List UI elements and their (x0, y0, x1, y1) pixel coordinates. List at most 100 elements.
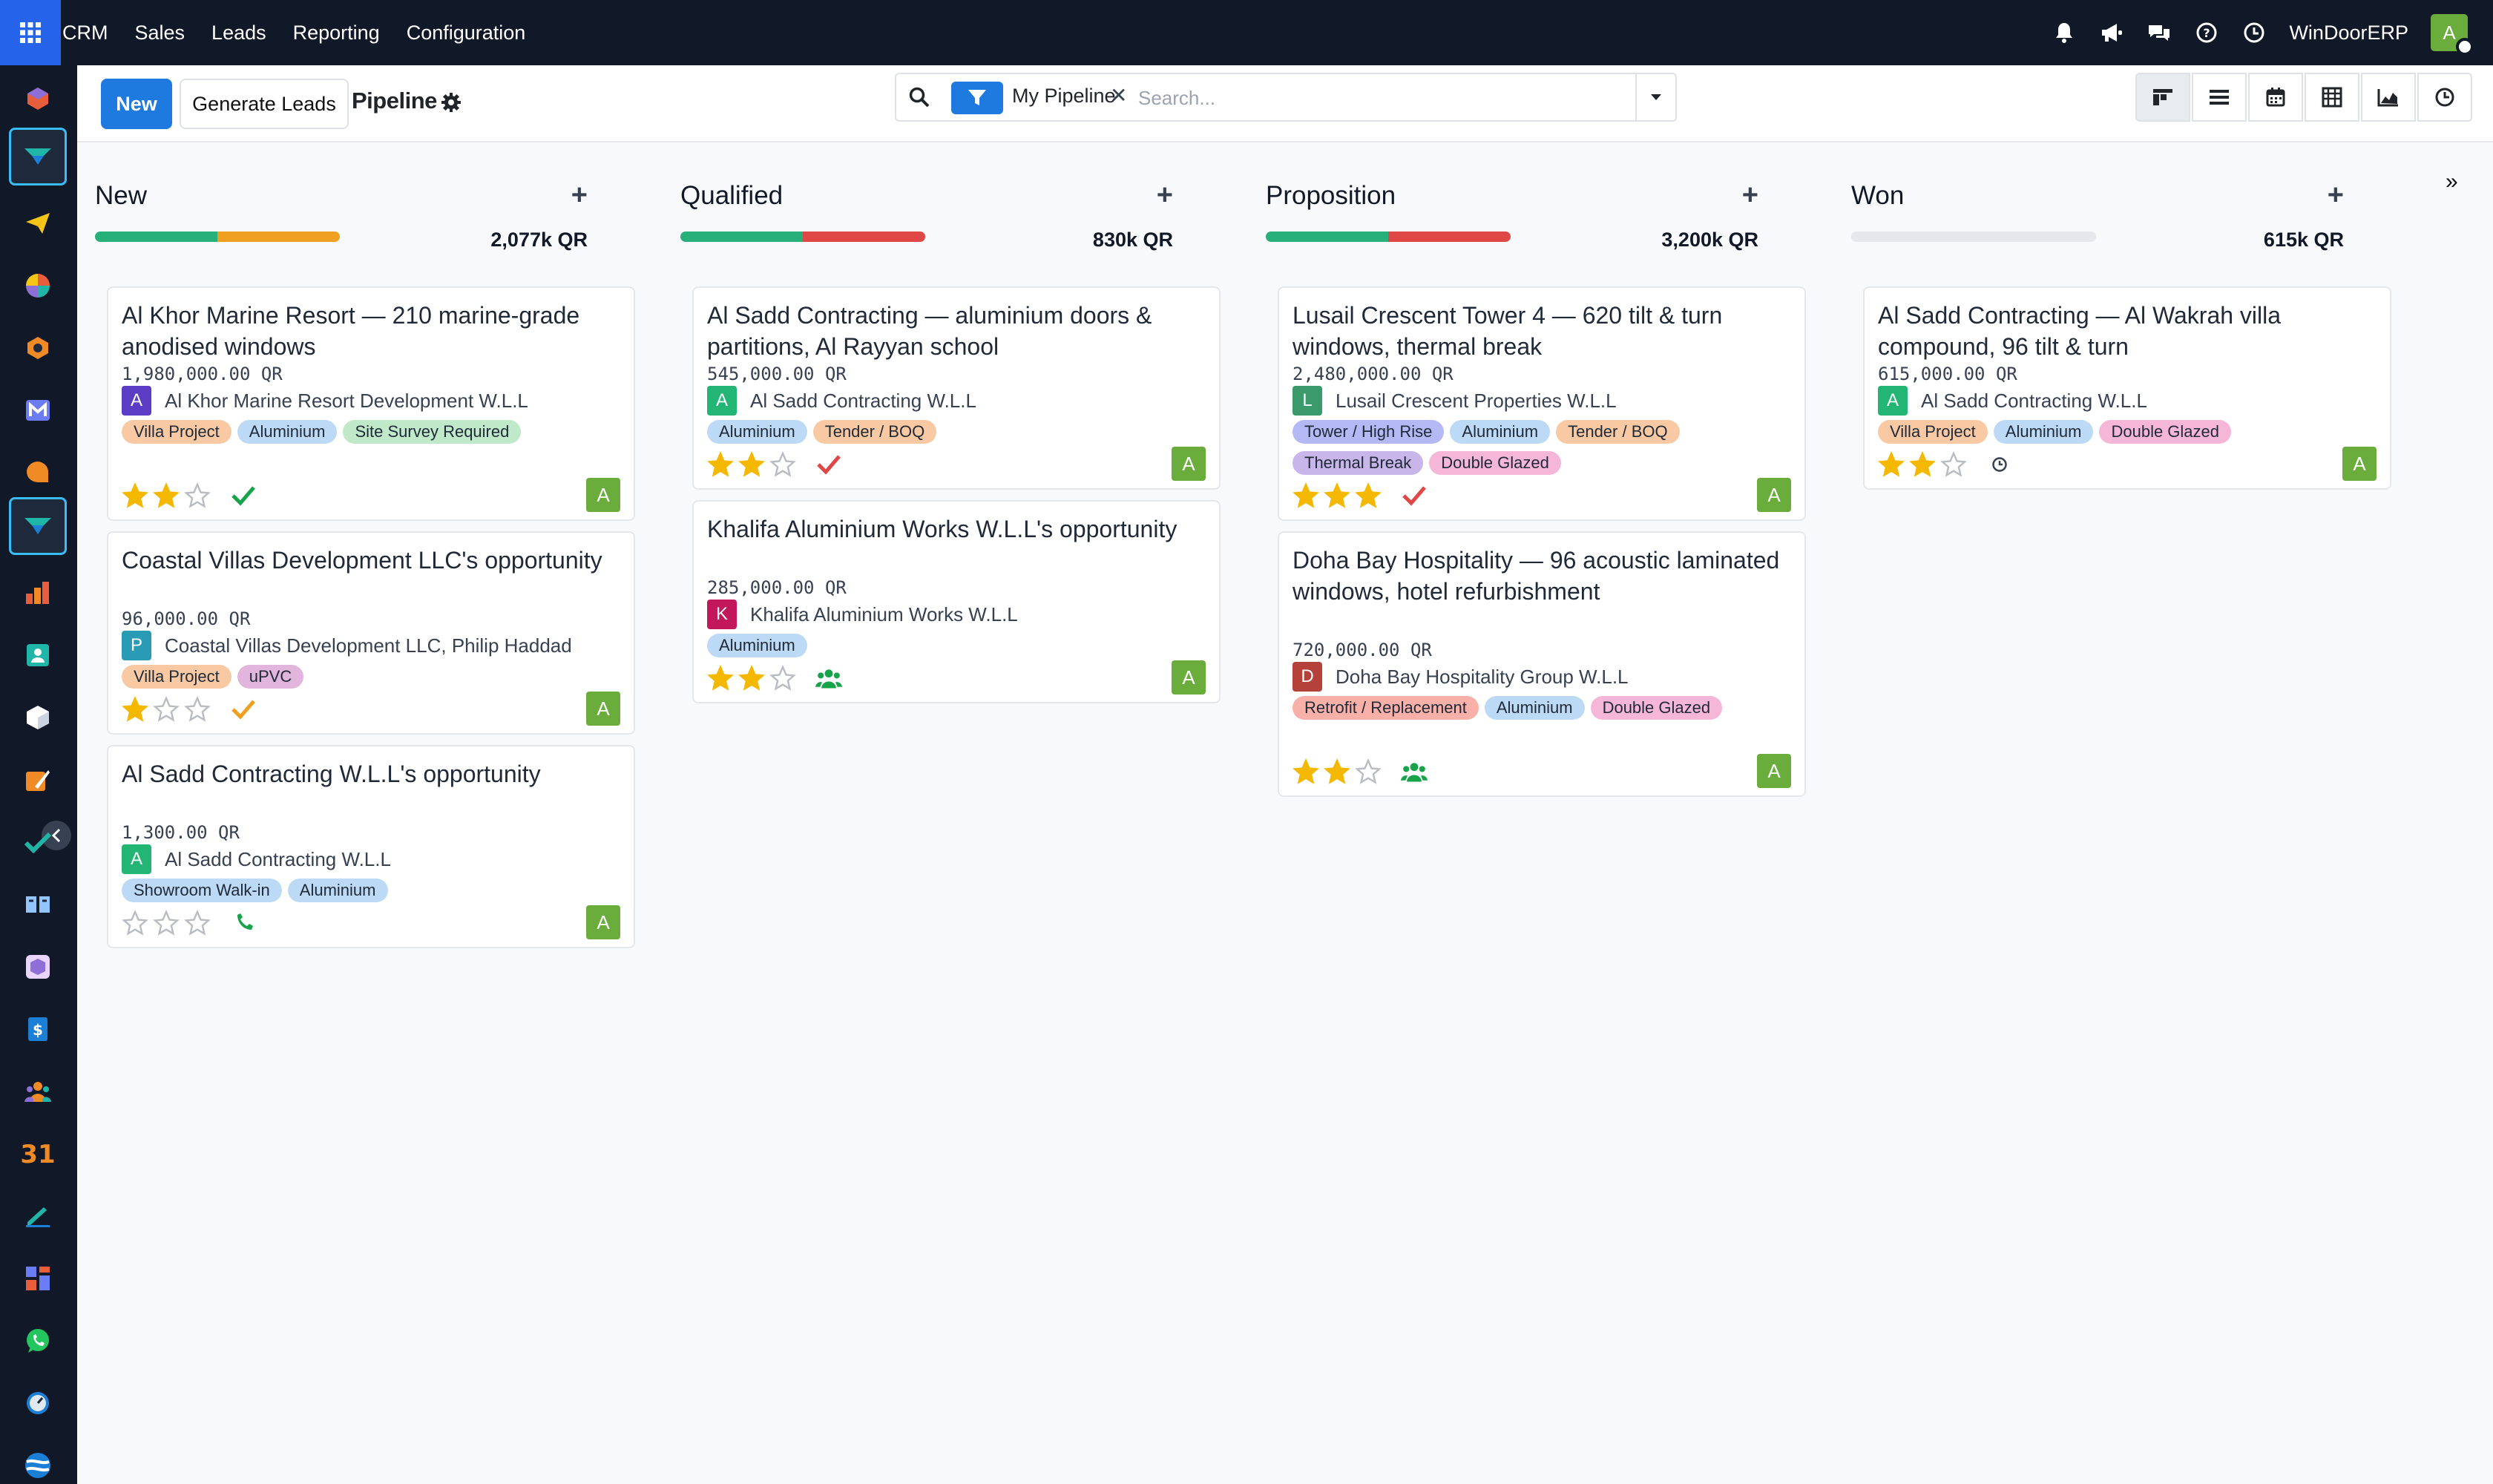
timer-app-icon[interactable] (9, 1374, 67, 1432)
priority-star-icon[interactable] (738, 450, 765, 478)
user-avatar[interactable]: A (2431, 14, 2474, 56)
clock-icon[interactable] (2241, 20, 2267, 45)
bell-icon[interactable] (2052, 20, 2077, 45)
priority-star-icon[interactable] (122, 482, 148, 509)
whatsapp-app-icon[interactable] (9, 1312, 67, 1370)
opportunity-card[interactable]: Doha Bay Hospitality — 96 acoustic lamin… (1278, 531, 1806, 797)
opportunity-card[interactable]: Al Sadd Contracting — Al Wakrah villa co… (1863, 286, 2391, 490)
gear-icon[interactable] (441, 92, 462, 113)
facet-remove-icon[interactable]: ✕ (1110, 83, 1127, 108)
check-icon[interactable] (230, 696, 257, 723)
priority-star-icon[interactable] (1878, 450, 1905, 478)
check-icon[interactable] (1401, 482, 1428, 509)
opportunity-card[interactable]: Al Khor Marine Resort — 210 marine-grade… (107, 286, 635, 521)
priority-star-icon[interactable] (153, 482, 180, 509)
progress-segment[interactable] (95, 232, 217, 242)
column-title[interactable]: Proposition (1266, 181, 1396, 211)
todo-app-icon[interactable] (9, 813, 67, 871)
column-title[interactable]: Won (1851, 181, 1904, 211)
mail-app-icon[interactable] (9, 381, 67, 439)
crm-pipeline-app-icon[interactable] (9, 497, 67, 555)
assignee-avatar[interactable]: A (1172, 660, 1206, 695)
calendar-view-icon[interactable] (2248, 73, 2303, 122)
menu-crm[interactable]: CRM (62, 22, 108, 45)
dashboard-grid-app-icon[interactable] (9, 1250, 67, 1307)
priority-star-icon[interactable] (1324, 758, 1350, 785)
column-progress-bar[interactable] (95, 232, 340, 242)
search-input[interactable]: Search... (1138, 87, 1215, 110)
phone-icon[interactable] (230, 910, 257, 936)
progress-segment[interactable] (803, 232, 925, 242)
users-icon[interactable] (1401, 758, 1428, 785)
check-icon[interactable] (815, 451, 842, 478)
check-icon[interactable] (230, 482, 257, 509)
discuss-app-icon[interactable] (9, 70, 67, 128)
megaphone-icon[interactable] (2099, 20, 2124, 45)
menu-configuration[interactable]: Configuration (407, 22, 526, 45)
opportunity-card[interactable]: Al Sadd Contracting — aluminium doors & … (692, 286, 1221, 490)
column-title[interactable]: Qualified (680, 181, 783, 211)
inventory-app-icon[interactable] (9, 689, 67, 746)
graph-view-icon[interactable] (2361, 73, 2416, 122)
opportunity-card[interactable]: Lusail Crescent Tower 4 — 620 tilt & tur… (1278, 286, 1806, 521)
users-icon[interactable] (815, 665, 842, 692)
priority-star-icon[interactable] (122, 695, 148, 723)
quick-create-plus-icon[interactable]: + (571, 180, 588, 211)
priority-star-icon[interactable] (1293, 482, 1319, 509)
assignee-avatar[interactable]: A (1757, 478, 1791, 512)
studio-app-icon[interactable] (9, 751, 67, 809)
search-icon[interactable] (908, 86, 930, 112)
sales-reports-app-icon[interactable] (9, 564, 67, 622)
product-3d-app-icon[interactable] (9, 938, 67, 996)
column-progress-bar[interactable] (680, 232, 925, 242)
progress-segment[interactable] (680, 232, 803, 242)
assignee-avatar[interactable]: A (586, 478, 620, 512)
new-button[interactable]: New (101, 79, 172, 129)
progress-segment[interactable] (1266, 232, 1388, 242)
assignee-avatar[interactable]: A (586, 692, 620, 726)
progress-segment[interactable] (217, 232, 340, 242)
clock-icon[interactable] (1986, 451, 2013, 478)
accounting-app-icon[interactable]: $ (9, 1000, 67, 1058)
priority-star-icon[interactable] (1293, 758, 1319, 785)
search-bar[interactable]: My Pipeline ✕ Search... (895, 73, 1677, 122)
list-view-icon[interactable] (2192, 73, 2247, 122)
priority-star-icon[interactable] (707, 450, 734, 478)
column-progress-bar[interactable] (1266, 232, 1511, 242)
column-title[interactable]: New (95, 181, 147, 211)
opportunity-card[interactable]: Coastal Villas Development LLC's opportu… (107, 531, 635, 735)
activity-view-icon[interactable] (2417, 73, 2472, 122)
priority-star-icon[interactable] (1324, 482, 1350, 509)
quick-create-plus-icon[interactable]: + (1157, 180, 1173, 211)
opportunity-card[interactable]: Al Sadd Contracting W.L.L's opportunity 1… (107, 745, 635, 948)
assignee-avatar[interactable]: A (586, 905, 620, 939)
crm-app-icon[interactable] (9, 128, 67, 186)
search-options-dropdown[interactable] (1635, 74, 1675, 120)
priority-star-icon[interactable] (769, 664, 796, 692)
kanban-view-icon[interactable] (2135, 73, 2190, 122)
progress-segment[interactable] (1388, 232, 1511, 242)
email-marketing-app-icon[interactable] (9, 194, 67, 252)
priority-star-icon[interactable] (184, 482, 211, 509)
help-icon[interactable]: ? (2194, 20, 2219, 45)
employees-app-icon[interactable] (9, 1063, 67, 1120)
menu-leads[interactable]: Leads (211, 22, 266, 45)
menu-reporting[interactable]: Reporting (293, 22, 380, 45)
app-menu-icon[interactable] (0, 0, 61, 65)
sign-app-icon[interactable] (9, 1187, 67, 1245)
priority-star-icon[interactable] (1909, 450, 1936, 478)
priority-star-icon[interactable] (1355, 482, 1382, 509)
priority-star-icon[interactable] (184, 909, 211, 936)
quick-create-plus-icon[interactable]: + (1742, 180, 1758, 211)
priority-star-icon[interactable] (1940, 450, 1967, 478)
calendar-app-icon[interactable]: 31 (9, 1125, 67, 1183)
chat-icon[interactable] (2147, 20, 2172, 45)
assignee-avatar[interactable]: A (1172, 447, 1206, 481)
fold-columns-icon[interactable]: » (2446, 169, 2458, 194)
priority-star-icon[interactable] (769, 450, 796, 478)
priority-star-icon[interactable] (1355, 758, 1382, 785)
column-progress-bar[interactable] (1851, 232, 2096, 242)
menu-sales[interactable]: Sales (135, 22, 185, 45)
company-switcher[interactable]: WinDoorERP (2289, 22, 2408, 45)
live-chat-app-icon[interactable] (9, 444, 67, 502)
